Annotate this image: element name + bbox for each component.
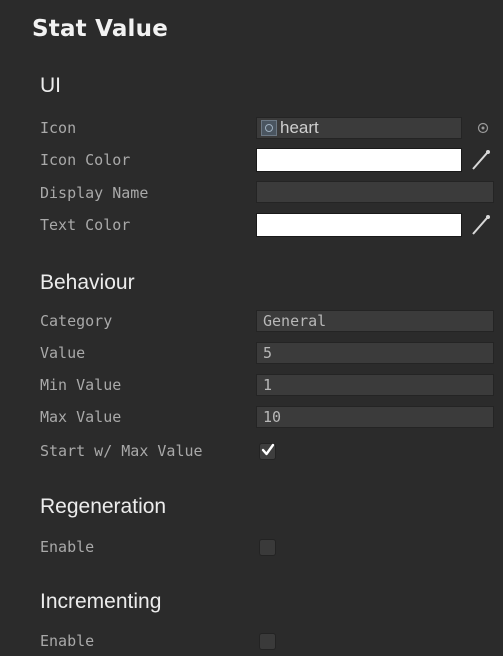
value-field[interactable]: 5 <box>256 342 494 364</box>
section-heading-incrementing: Incrementing <box>40 590 162 613</box>
min-value-field[interactable]: 1 <box>256 374 494 396</box>
start-max-label: Start w/ Max Value <box>40 442 203 460</box>
regeneration-enable-label: Enable <box>40 538 95 556</box>
max-value-field[interactable]: 10 <box>256 406 494 428</box>
display-name-label: Display Name <box>40 184 149 202</box>
display-name-field[interactable] <box>256 181 494 203</box>
section-heading-regeneration: Regeneration <box>40 495 167 518</box>
icon-color-field[interactable] <box>256 148 462 172</box>
icon-object-value: heart <box>280 118 319 137</box>
checkmark-icon <box>261 442 275 461</box>
eyedropper-icon[interactable] <box>468 147 494 173</box>
eyedropper-icon[interactable] <box>468 212 494 238</box>
section-heading-behaviour: Behaviour <box>40 271 135 294</box>
heart-thumbnail-icon <box>261 120 277 136</box>
icon-label: Icon <box>40 119 77 137</box>
incrementing-enable-checkbox[interactable] <box>259 633 276 650</box>
text-color-field[interactable] <box>256 213 462 237</box>
panel-title: Stat Value <box>32 16 169 42</box>
category-field[interactable]: General <box>256 310 494 332</box>
text-color-label: Text Color <box>40 216 131 234</box>
object-picker-icon[interactable] <box>476 121 490 135</box>
inspector-panel: Stat Value UI Icon heart Icon Color Disp… <box>0 0 503 656</box>
icon-color-label: Icon Color <box>40 151 131 169</box>
icon-object-field[interactable]: heart <box>256 117 462 139</box>
start-max-checkbox[interactable] <box>259 443 276 460</box>
category-label: Category <box>40 312 113 330</box>
max-value-label: Max Value <box>40 408 122 426</box>
incrementing-enable-label: Enable <box>40 632 95 650</box>
value-label: Value <box>40 344 86 362</box>
min-value-label: Min Value <box>40 376 122 394</box>
section-heading-ui: UI <box>40 74 61 97</box>
regeneration-enable-checkbox[interactable] <box>259 539 276 556</box>
